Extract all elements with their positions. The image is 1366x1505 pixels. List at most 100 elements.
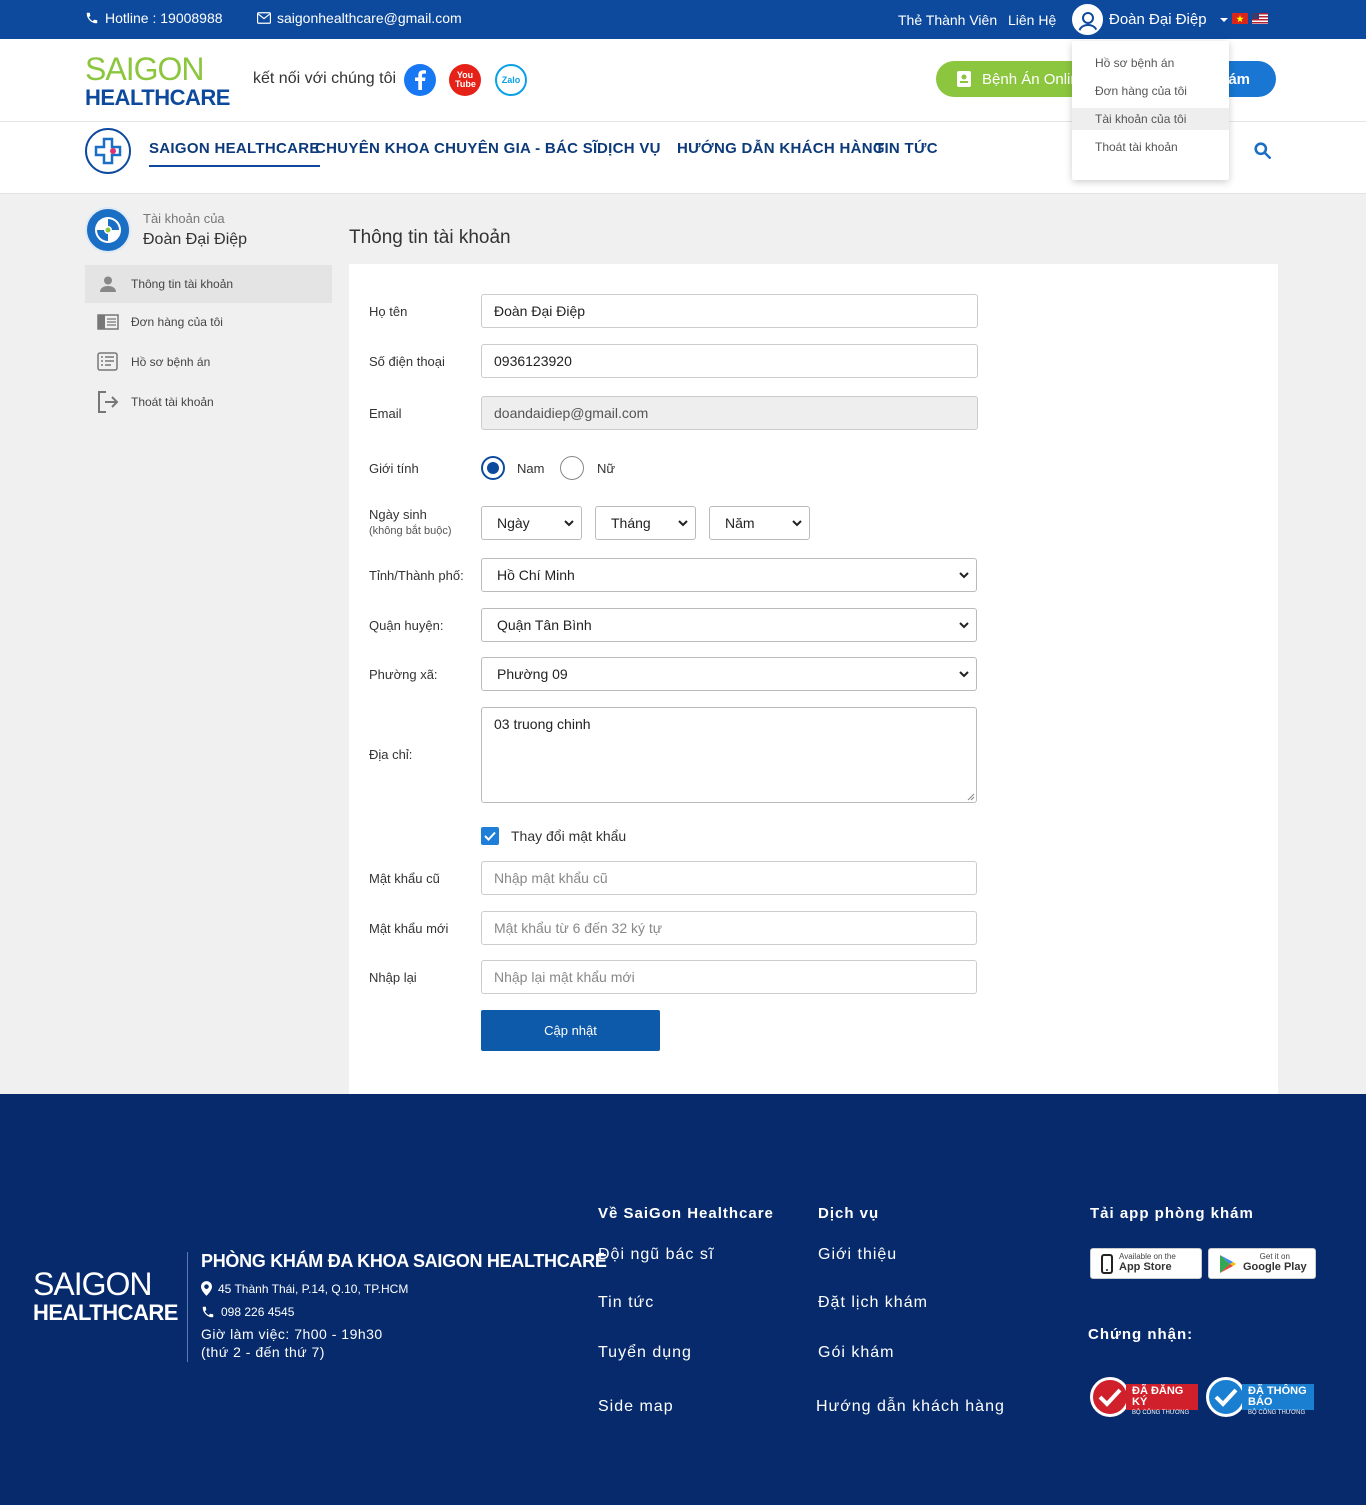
sidebar-item-label: Hồ sơ bệnh án	[131, 355, 211, 369]
sidebar-item-medical-records[interactable]: Hồ sơ bệnh án	[85, 343, 332, 381]
footer-services-title: Dịch vụ	[818, 1205, 880, 1222]
chevron-down-icon	[959, 622, 969, 629]
hotline-text: Hotline : 19008988	[105, 10, 223, 26]
chevron-down-icon	[959, 572, 969, 579]
email-input: doandaidiep@gmail.com	[481, 396, 978, 430]
clinic-name: PHÒNG KHÁM ĐA KHOA SAIGON HEALTHCARE	[201, 1251, 607, 1271]
fullname-label: Họ tên	[369, 304, 408, 319]
cert-registered-text: ĐÃ ĐĂNG KÝ	[1132, 1385, 1184, 1408]
phone-input[interactable]: 0936123920	[481, 344, 978, 378]
footer-link-careers[interactable]: Tuyển dụng	[598, 1344, 692, 1362]
dob-year-select[interactable]: Năm	[709, 506, 810, 540]
new-password-input[interactable]: Mật khẩu từ 6 đến 32 ký tự	[481, 911, 977, 945]
site-logo[interactable]: SAIGON HEALTHCARE	[85, 53, 230, 109]
hotline[interactable]: Hotline : 19008988	[85, 10, 223, 26]
nav-item-saigon-healthcare[interactable]: SAIGON HEALTHCARE	[149, 140, 320, 167]
nav-item-news[interactable]: TIN TỨC	[875, 140, 938, 157]
sidebar-item-orders[interactable]: Đơn hàng của tôi	[85, 303, 332, 341]
footer-link-sitemap[interactable]: Side map	[598, 1398, 674, 1416]
cert-notified-badge[interactable]: ĐÃ THÔNG BÁO BỘ CÔNG THƯƠNG	[1206, 1377, 1314, 1417]
gender-female-label: Nữ	[597, 461, 616, 476]
cross-logo-icon[interactable]	[85, 128, 131, 174]
sidebar-item-label: Thông tin tài khoản	[131, 277, 234, 291]
old-password-input[interactable]: Nhập mật khẩu cũ	[481, 861, 977, 895]
dropdown-item-my-orders[interactable]: Đơn hàng của tôi	[1072, 80, 1229, 102]
app-store-badge[interactable]: Available on the App Store	[1090, 1248, 1202, 1279]
province-label: Tỉnh/Thành phố:	[369, 568, 464, 583]
working-hours: Giờ làm việc: 7h00 - 19h30	[201, 1326, 383, 1342]
footer-divider	[187, 1252, 188, 1362]
change-password-label[interactable]: Thay đổi mật khẩu	[511, 828, 626, 844]
district-select[interactable]: Quận Tân Bình	[481, 608, 977, 642]
phone-icon	[202, 1306, 214, 1318]
footer-about-title: Về SaiGon Healthcare	[598, 1205, 774, 1222]
footer-link-about[interactable]: Giới thiệu	[818, 1246, 897, 1264]
connect-text: kết nối với chúng tôi	[253, 70, 397, 87]
sidebar-item-logout[interactable]: Thoát tài khoản	[85, 383, 332, 421]
dob-month-value: Tháng	[611, 515, 651, 531]
email-label: Email	[369, 406, 402, 421]
clinic-phone[interactable]: 098 226 4545	[201, 1305, 294, 1319]
cert-notified-text: ĐÃ THÔNG BÁO	[1248, 1385, 1307, 1408]
search-icon[interactable]	[1254, 142, 1271, 164]
youtube-label: You Tube	[455, 70, 476, 89]
footer-link-packages[interactable]: Gói khám	[818, 1344, 894, 1362]
gender-male-radio[interactable]	[481, 456, 505, 480]
dob-label: Ngày sinh (không bắt buộc)	[369, 507, 452, 537]
change-password-checkbox[interactable]	[481, 827, 499, 845]
check-icon	[484, 831, 496, 841]
update-button[interactable]: Cập nhật	[481, 1010, 660, 1051]
youtube-icon[interactable]: You Tube	[449, 64, 481, 96]
dob-year-value: Năm	[725, 515, 755, 531]
address-textarea[interactable]: 03 truong chinh	[481, 707, 977, 803]
mail-icon	[257, 12, 271, 24]
email-contact[interactable]: saigonhealthcare@gmail.com	[257, 10, 462, 26]
dropdown-item-medical-records[interactable]: Hồ sơ bệnh án	[1072, 52, 1229, 74]
vietnam-flag-icon[interactable]	[1232, 13, 1248, 24]
province-value: Hồ Chí Minh	[497, 567, 575, 583]
google-play-badge[interactable]: Get it on Google Play	[1208, 1248, 1316, 1279]
footer-link-customer-guide[interactable]: Hướng dẫn khách hàng	[816, 1398, 1005, 1416]
google-play-icon	[1220, 1254, 1236, 1273]
cert-notified-ribbon: ĐÃ THÔNG BÁO BỘ CÔNG THƯƠNG	[1242, 1384, 1314, 1416]
footer-link-doctors[interactable]: Đội ngũ bác sĩ	[598, 1246, 714, 1264]
chevron-down-icon	[792, 520, 802, 527]
logo-line1: SAIGON	[85, 51, 204, 87]
logout-icon	[85, 390, 131, 414]
nav-item-services[interactable]: DỊCH VỤ	[597, 140, 661, 157]
chevron-down-icon	[678, 520, 688, 527]
working-days: (thứ 2 - đến thứ 7)	[201, 1344, 325, 1360]
resize-handle-icon[interactable]	[966, 792, 975, 801]
contact-label: Liên Hệ	[1008, 12, 1057, 28]
us-flag-icon[interactable]	[1252, 13, 1268, 24]
member-card-link[interactable]: Thẻ Thành Viên	[898, 12, 997, 28]
google-play-big: Google Play	[1243, 1261, 1307, 1274]
footer-link-booking[interactable]: Đặt lịch khám	[818, 1294, 928, 1312]
province-select[interactable]: Hồ Chí Minh	[481, 558, 977, 592]
nav-item-doctors[interactable]: CHUYÊN GIA - BÁC SĨ	[434, 140, 598, 157]
facebook-icon[interactable]	[404, 64, 436, 96]
user-menu[interactable]: Đoàn Đại Điệp	[1072, 4, 1229, 35]
confirm-password-input[interactable]: Nhập lại mật khẩu mới	[481, 960, 977, 994]
sidebar-item-account-info[interactable]: Thông tin tài khoản	[85, 265, 332, 303]
ward-select[interactable]: Phường 09	[481, 657, 977, 691]
footer-link-news[interactable]: Tin tức	[598, 1294, 654, 1312]
gender-female-radio[interactable]	[560, 456, 584, 480]
nav-item-specialties[interactable]: CHUYÊN KHOA	[315, 140, 430, 157]
footer-logo[interactable]: SAIGON HEALTHCARE	[33, 1268, 178, 1324]
zalo-icon[interactable]: Zalo	[495, 64, 527, 96]
district-value: Quận Tân Bình	[497, 617, 592, 633]
dob-month-select[interactable]: Tháng	[595, 506, 696, 540]
dropdown-item-logout[interactable]: Thoát tài khoản	[1072, 136, 1229, 158]
cert-registered-badge[interactable]: ĐÃ ĐĂNG KÝ BỘ CÔNG THƯƠNG	[1090, 1377, 1198, 1417]
contact-link[interactable]: Liên Hệ	[1008, 12, 1056, 28]
booking-button-label: ám	[1228, 70, 1250, 88]
phone-label: Số điện thoại	[369, 354, 445, 369]
cert-registered-ribbon: ĐÃ ĐĂNG KÝ BỘ CÔNG THƯƠNG	[1126, 1384, 1198, 1416]
dropdown-item-my-account[interactable]: Tài khoản của tôi	[1072, 108, 1229, 130]
footer-logo-line1: SAIGON	[33, 1266, 152, 1302]
fullname-input[interactable]: Đoàn Đại Điệp	[481, 294, 978, 328]
dob-day-select[interactable]: Ngày	[481, 506, 582, 540]
language-switcher	[1232, 13, 1268, 24]
nav-item-customer-guide[interactable]: HƯỚNG DẪN KHÁCH HÀNG	[677, 140, 885, 157]
